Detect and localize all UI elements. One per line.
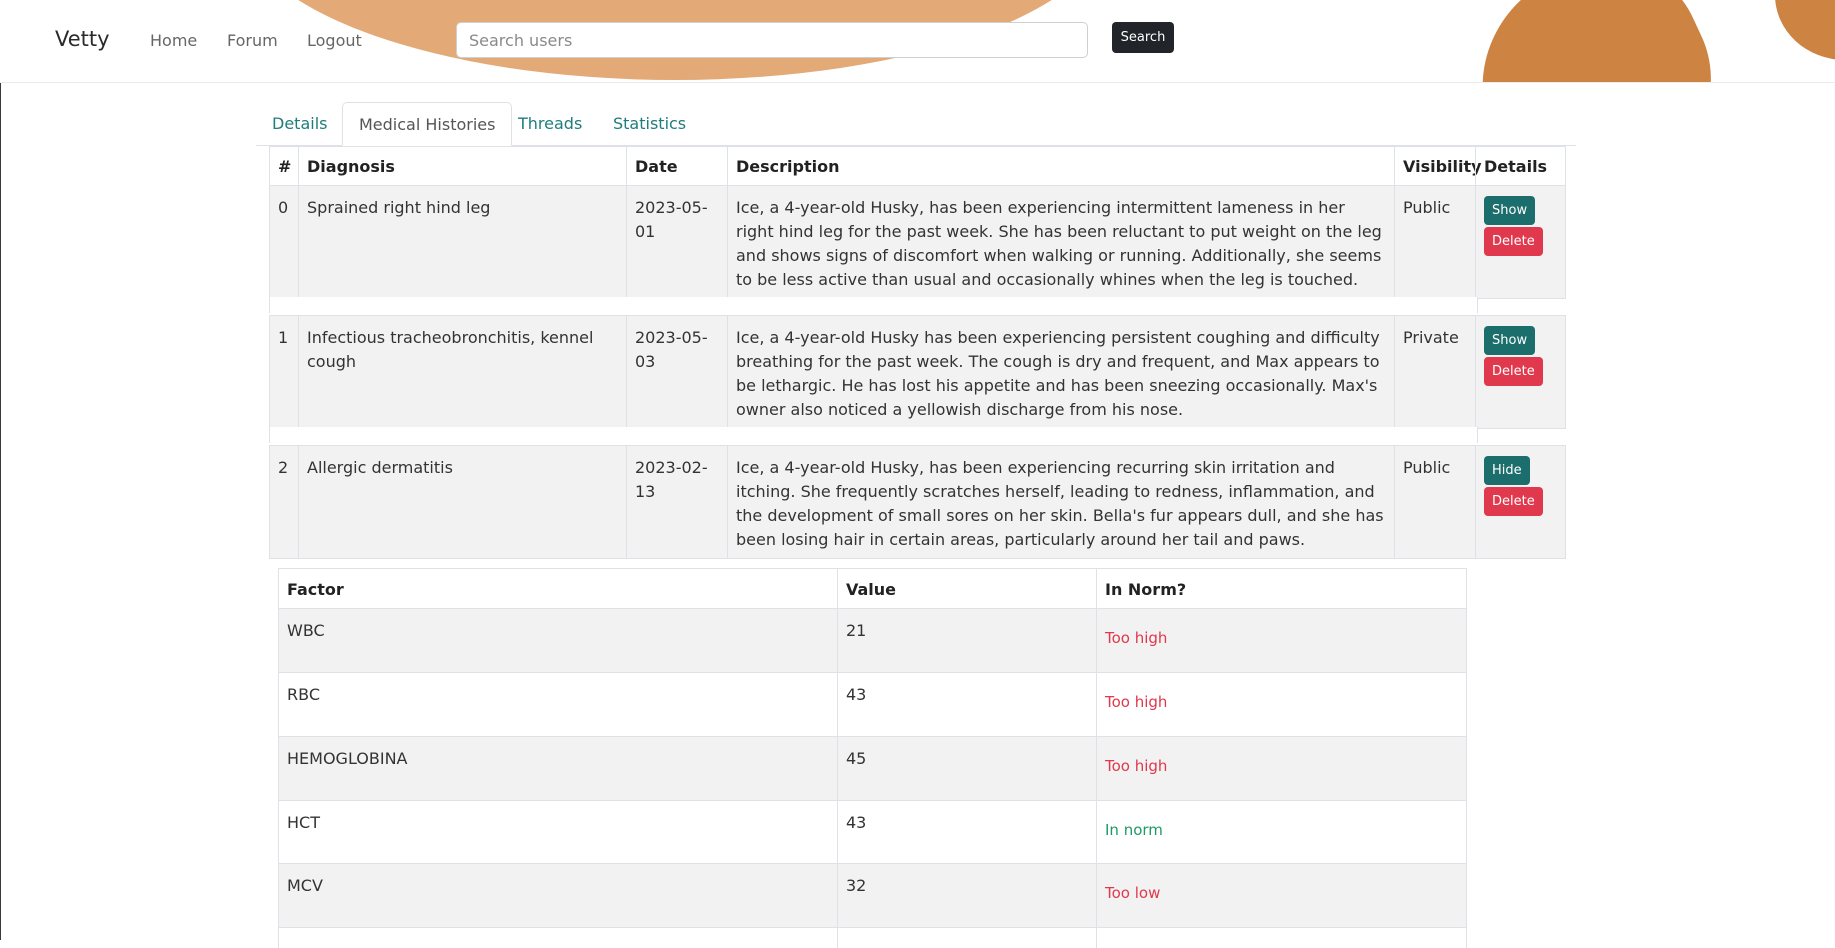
column-header-number: # xyxy=(269,147,298,187)
row-spacer xyxy=(269,297,1478,313)
column-header-diagnosis: Diagnosis xyxy=(298,147,626,187)
column-header-value: Value xyxy=(837,569,1096,608)
decorative-blob xyxy=(1775,0,1835,60)
nav-link-logout[interactable]: Logout xyxy=(307,31,362,50)
nav-link-forum[interactable]: Forum xyxy=(227,31,278,50)
row-date: 2023-05-03 xyxy=(626,316,727,428)
factor-name: WBC xyxy=(287,621,325,640)
row-description: Ice, a 4-year-old Husky, has been experi… xyxy=(727,186,1394,298)
delete-button[interactable]: Delete xyxy=(1484,227,1543,256)
row-date: 2023-02-13 xyxy=(626,446,727,558)
show-details-button[interactable]: Show xyxy=(1484,326,1536,355)
factor-norm-cell: In norm xyxy=(1096,801,1467,863)
row-visibility: Public xyxy=(1394,446,1475,558)
factor-name xyxy=(279,928,837,948)
row-diagnosis: Sprained right hind leg xyxy=(298,186,626,298)
tab-details[interactable]: Details xyxy=(256,102,343,145)
norm-status: Too high xyxy=(1105,629,1168,647)
tab-threads[interactable]: Threads xyxy=(502,102,598,145)
factor-value xyxy=(837,928,1096,948)
factor-norm-cell: Too high xyxy=(1096,737,1467,800)
navbar: Vetty Home Forum Logout Search xyxy=(0,0,1835,83)
row-number: 0 xyxy=(269,186,298,298)
factor-value: 43 xyxy=(837,801,1096,863)
row-diagnosis: Allergic dermatitis xyxy=(298,446,626,558)
column-header-in-norm: In Norm? xyxy=(1096,569,1467,608)
row-details-actions: Hide Delete xyxy=(1475,446,1565,558)
norm-status: In norm xyxy=(1105,821,1163,839)
tab-statistics[interactable]: Statistics xyxy=(597,102,702,145)
factors-header-row: Factor Value In Norm? xyxy=(278,568,1467,609)
factor-row: HCT 43 In norm xyxy=(278,801,1467,864)
search-input[interactable] xyxy=(456,22,1088,58)
factor-row: RBC 43 Too high xyxy=(278,673,1467,737)
factor-name: HCT xyxy=(287,813,320,832)
column-header-visibility: Visibility xyxy=(1394,147,1482,187)
table-header-row: # Diagnosis Date Description Visibility … xyxy=(269,146,1566,188)
window-edge xyxy=(0,0,1,940)
row-visibility: Public xyxy=(1394,186,1475,298)
column-header-details: Details xyxy=(1475,147,1565,187)
row-number: 1 xyxy=(269,316,298,428)
factor-value: 45 xyxy=(837,737,1096,800)
row-visibility: Private xyxy=(1394,316,1475,428)
brand-logo[interactable]: Vetty xyxy=(55,27,110,51)
row-date: 2023-05-01 xyxy=(626,186,727,298)
column-header-description: Description xyxy=(727,147,1394,187)
factor-norm-cell: Too low xyxy=(1096,864,1467,927)
column-header-factor: Factor xyxy=(287,580,344,599)
hide-details-button[interactable]: Hide xyxy=(1484,456,1530,485)
factor-norm-cell: Too high xyxy=(1096,673,1467,736)
decorative-blob xyxy=(1444,0,1746,82)
delete-button[interactable]: Delete xyxy=(1484,357,1543,386)
factor-norm-cell: Too high xyxy=(1096,609,1467,672)
tab-medical-histories[interactable]: Medical Histories xyxy=(342,102,513,146)
row-description: Ice, a 4-year-old Husky, has been experi… xyxy=(727,446,1394,558)
nav-link-home[interactable]: Home xyxy=(150,31,197,50)
show-details-button[interactable]: Show xyxy=(1484,196,1536,225)
factor-row xyxy=(278,928,1467,948)
row-description: Ice, a 4-year-old Husky has been experie… xyxy=(727,316,1394,428)
norm-status: Too low xyxy=(1105,884,1161,902)
table-row: 0 Sprained right hind leg 2023-05-01 Ice… xyxy=(269,185,1566,299)
norm-status: Too high xyxy=(1105,693,1168,711)
factor-row: HEMOGLOBINA 45 Too high xyxy=(278,737,1467,801)
profile-tabs: Details Medical Histories Threads Statis… xyxy=(256,102,1576,146)
factor-name: RBC xyxy=(287,685,320,704)
table-row: 2 Allergic dermatitis 2023-02-13 Ice, a … xyxy=(269,445,1566,559)
norm-status: Too high xyxy=(1105,757,1168,775)
factor-norm-cell xyxy=(1096,928,1467,948)
row-details-actions: Show Delete xyxy=(1475,186,1565,298)
row-spacer xyxy=(269,427,1478,443)
column-header-date: Date xyxy=(626,147,727,187)
table-row: 1 Infectious tracheobronchitis, kennel c… xyxy=(269,315,1566,429)
factor-value: 21 xyxy=(837,609,1096,672)
row-details-actions: Show Delete xyxy=(1475,316,1565,428)
delete-button[interactable]: Delete xyxy=(1484,487,1543,516)
row-diagnosis: Infectious tracheobronchitis, kennel cou… xyxy=(298,316,626,428)
search-button[interactable]: Search xyxy=(1112,22,1174,53)
factor-row: MCV 32 Too low xyxy=(278,864,1467,928)
factor-value: 43 xyxy=(837,673,1096,736)
factor-name: MCV xyxy=(287,876,323,895)
factor-name: HEMOGLOBINA xyxy=(287,749,408,768)
factor-row: WBC 21 Too high xyxy=(278,609,1467,673)
factor-value: 32 xyxy=(837,864,1096,927)
row-number: 2 xyxy=(269,446,298,558)
